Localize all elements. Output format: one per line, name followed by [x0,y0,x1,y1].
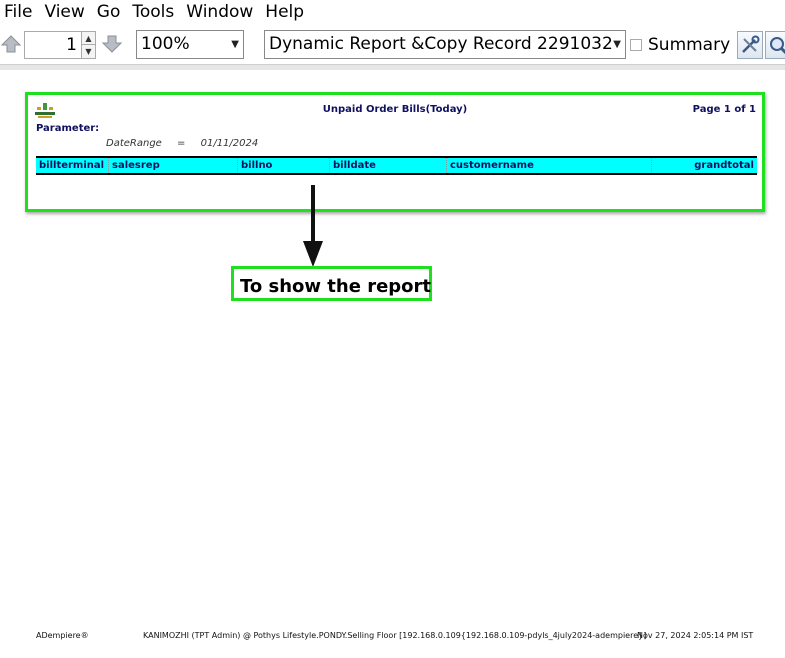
menu-tools[interactable]: Tools [126,1,180,23]
menu-view[interactable]: View [38,1,90,23]
column-header-billno[interactable]: billno [238,158,330,173]
report-page: Unpaid Order Bills(Today) Page 1 of 1 Pa… [28,95,762,209]
toolbar: 1 ▲ ▼ 100% ▼ Dynamic Report &Copy Record… [0,24,785,64]
magnifier-icon [770,37,785,55]
previous-page-icon[interactable] [1,34,21,54]
menu-file[interactable]: File [0,1,38,23]
page-number-input[interactable]: 1 [24,31,82,59]
annotation-arrow-icon [303,185,323,267]
column-header-billterminal[interactable]: billterminal [36,158,109,173]
param-operator: = [177,138,186,149]
zoom-select[interactable]: 100% ▼ [136,30,244,59]
page-info: Page 1 of 1 [692,104,756,115]
next-page-icon[interactable] [102,34,122,54]
chevron-down-icon: ▼ [613,39,621,50]
tools-icon [742,35,760,53]
report-highlight-box: Unpaid Order Bills(Today) Page 1 of 1 Pa… [25,92,765,212]
status-bar: ADempiere® KANIMOZHI (TPT Admin) @ Pothy… [0,628,785,644]
menu-go[interactable]: Go [91,1,127,23]
param-value: 01/11/2024 [200,138,259,149]
menu-help[interactable]: Help [259,1,310,23]
zoom-value: 100% [141,34,190,54]
status-context: KANIMOZHI (TPT Admin) @ Pothys Lifestyle… [143,631,647,640]
summary-toggle[interactable]: Summary [630,32,730,58]
toolbar-separator [0,64,785,70]
menu-window[interactable]: Window [180,1,259,23]
report-header-row: billterminal salesrep billno billdate cu… [36,156,757,175]
page-spinner[interactable]: ▲ ▼ [82,31,96,59]
customize-button[interactable] [737,31,763,59]
annotation-callout: To show the report [231,266,432,301]
spinner-down-icon[interactable]: ▼ [82,45,95,58]
parameter-label: Parameter: [36,123,100,134]
parameter-line: DateRange = 01/11/2024 [106,138,258,149]
menu-bar: File View Go Tools Window Help [0,0,785,24]
find-button[interactable] [765,31,785,59]
spinner-up-icon[interactable]: ▲ [82,32,95,45]
status-datetime: Nov 27, 2024 2:05:14 PM IST [637,631,754,640]
column-header-grandtotal[interactable]: grandtotal [652,158,757,173]
column-header-billdate[interactable]: billdate [330,158,447,173]
summary-label: Summary [648,35,731,55]
callout-text: To show the report [240,276,432,297]
report-title: Unpaid Order Bills(Today) [322,104,468,115]
param-name: DateRange [106,138,162,149]
summary-checkbox[interactable] [630,39,642,51]
status-app-name: ADempiere® [36,631,89,640]
chevron-down-icon: ▼ [231,39,239,50]
column-header-salesrep[interactable]: salesrep [109,158,238,173]
report-name: Dynamic Report &Copy Record 2291032 [269,34,613,54]
column-header-customername[interactable]: customername [447,158,652,173]
report-select[interactable]: Dynamic Report &Copy Record 2291032 ▼ [264,30,626,59]
